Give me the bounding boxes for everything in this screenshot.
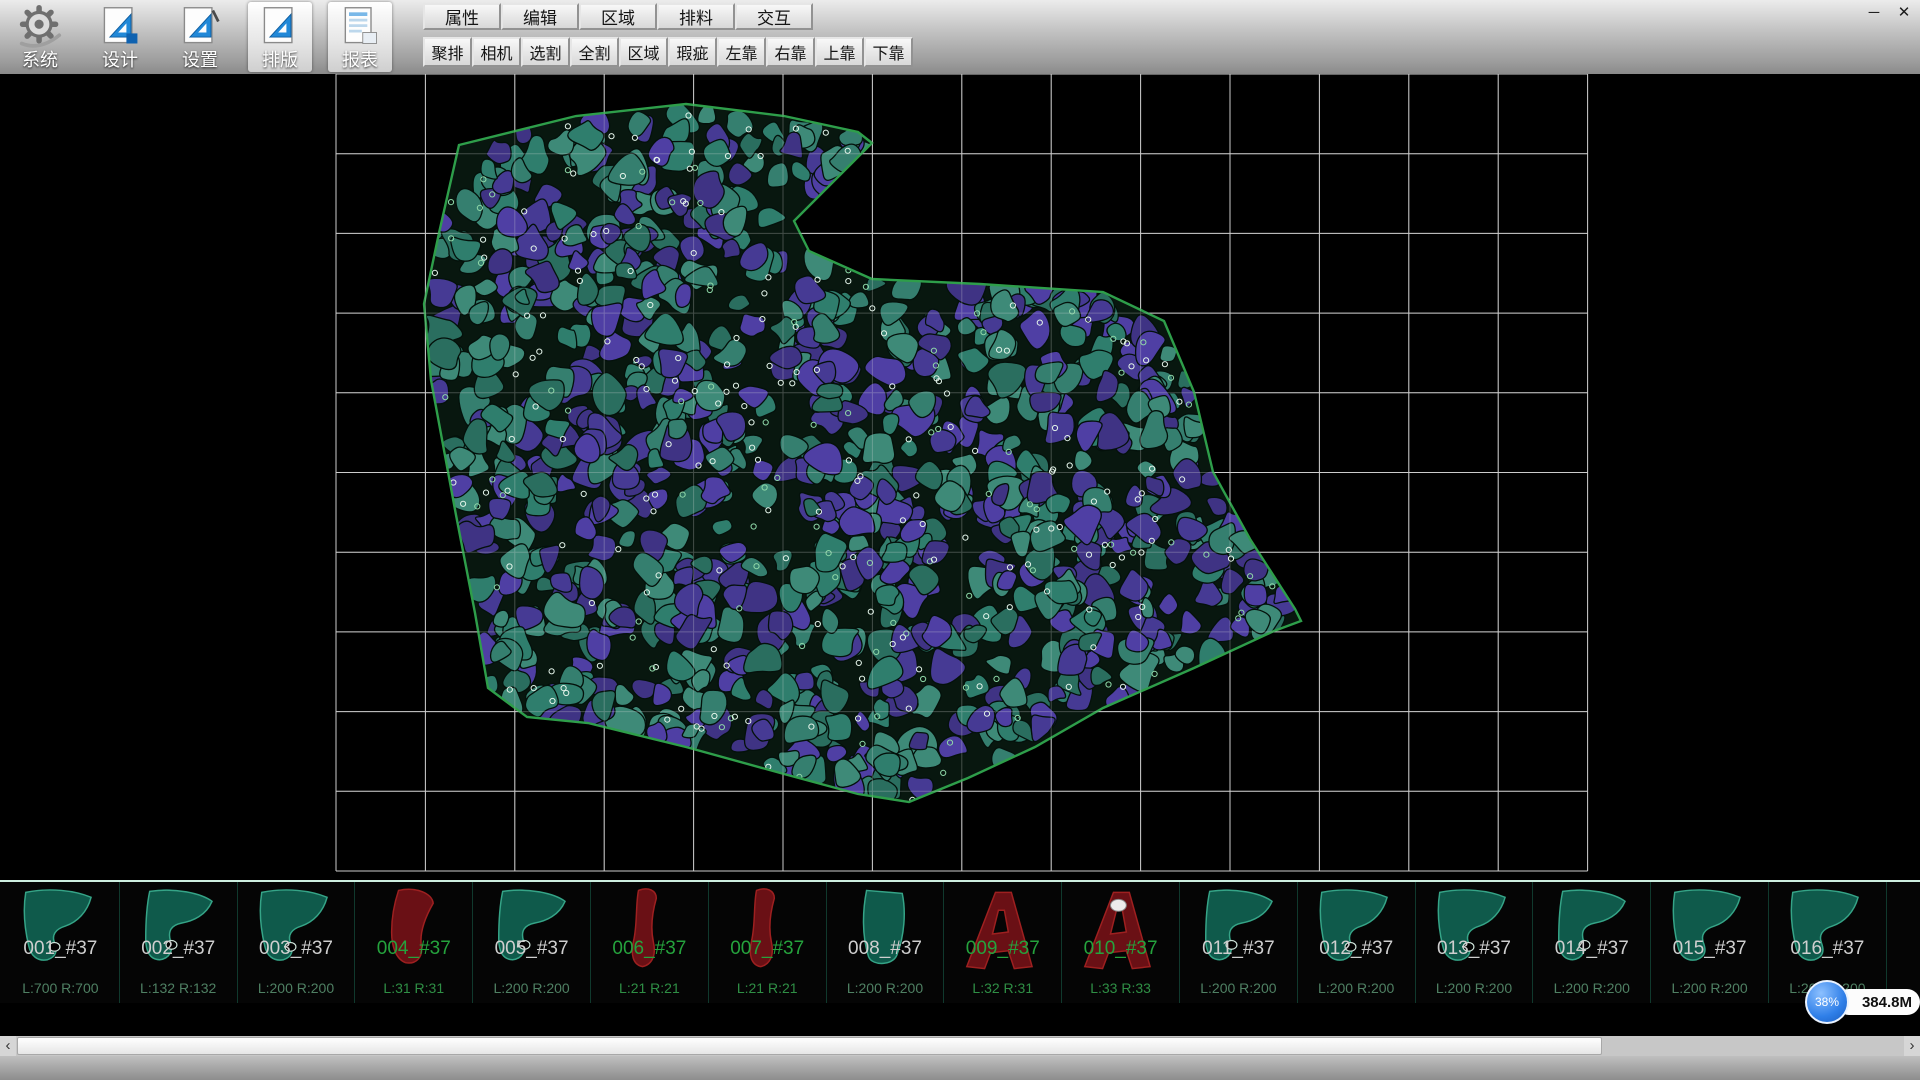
parts-panel: 001_#37L:700 R:700002_#37L:132 R:132003_… — [0, 880, 1920, 1003]
part-item-005-37[interactable]: 005_#37 L:200 R:200 — [473, 882, 591, 1003]
menu-area: 属性编辑区域排料交互 聚排相机选割全割区域瑕疵左靠右靠上靠下靠 — [423, 0, 913, 74]
part-item-009-37[interactable]: 009_#37 L:32 R:31 — [944, 882, 1062, 1003]
part-name: 016_#37 — [1769, 938, 1886, 960]
scroll-left-arrow-icon[interactable]: ‹ — [0, 1036, 16, 1056]
part-lr-count: L:200 R:200 — [473, 980, 590, 996]
menu-tab-0[interactable]: 属性 — [423, 3, 501, 30]
part-lr-count: L:32 R:31 — [944, 980, 1061, 996]
app-label: 系统 — [22, 50, 58, 70]
app-button-gear[interactable]: 系统 — [8, 2, 72, 72]
scroll-right-arrow-icon[interactable]: › — [1904, 1036, 1920, 1056]
menu-tab-2[interactable]: 区域 — [579, 3, 657, 30]
menu-tab-row: 属性编辑区域排料交互 — [423, 3, 913, 30]
part-item-010-37[interactable]: 010_#37 L:33 R:33 — [1062, 882, 1180, 1003]
main-toolbar: 系统设计设置排版报表 属性编辑区域排料交互 聚排相机选割全割区域瑕疵左靠右靠上靠… — [0, 0, 1920, 74]
part-name: 005_#37 — [473, 938, 590, 960]
close-button[interactable]: ✕ — [1894, 4, 1914, 22]
tool-button-1[interactable]: 相机 — [472, 37, 521, 67]
part-item-011-37[interactable]: 011_#37 L:200 R:200 — [1180, 882, 1298, 1003]
part-lr-count: L:33 R:33 — [1062, 980, 1179, 996]
part-item-004-37[interactable]: 004_#37 L:31 R:31 — [355, 882, 473, 1003]
part-lr-count: L:21 R:21 — [709, 980, 826, 996]
part-lr-count: L:200 R:200 — [1533, 980, 1650, 996]
part-lr-count: L:200 R:200 — [1180, 980, 1297, 996]
window-controls: ─ ✕ — [1864, 4, 1914, 22]
app-button-nesting[interactable]: 排版 — [248, 2, 312, 72]
part-item-014-37[interactable]: 014_#37 L:200 R:200 — [1533, 882, 1651, 1003]
report-icon — [338, 4, 382, 50]
part-lr-count: L:200 R:200 — [1416, 980, 1533, 996]
app-label: 排版 — [262, 50, 298, 70]
horizontal-scrollbar[interactable]: ‹ › — [0, 1036, 1920, 1056]
app-label: 设置 — [182, 50, 218, 70]
tool-button-3[interactable]: 全割 — [570, 37, 619, 67]
menu-tab-3[interactable]: 排料 — [657, 3, 735, 30]
design-icon — [98, 4, 142, 50]
menu-tab-1[interactable]: 编辑 — [501, 3, 579, 30]
part-name: 009_#37 — [944, 938, 1061, 960]
part-item-003-37[interactable]: 003_#37 L:200 R:200 — [238, 882, 356, 1003]
tool-button-0[interactable]: 聚排 — [423, 37, 472, 67]
part-name: 015_#37 — [1651, 938, 1768, 960]
app-window: 系统设计设置排版报表 属性编辑区域排料交互 聚排相机选割全割区域瑕疵左靠右靠上靠… — [0, 0, 1920, 1080]
part-name: 007_#37 — [709, 938, 826, 960]
progress-badge: 38% — [1805, 980, 1849, 1024]
tool-button-6[interactable]: 左靠 — [717, 37, 766, 67]
progress-value: 38% — [1815, 995, 1839, 1009]
tool-button-5[interactable]: 瑕疵 — [668, 37, 717, 67]
part-item-001-37[interactable]: 001_#37 L:700 R:700 — [2, 882, 120, 1003]
tool-button-8[interactable]: 上靠 — [815, 37, 864, 67]
part-name: 013_#37 — [1416, 938, 1533, 960]
app-button-settings[interactable]: 设置 — [168, 2, 232, 72]
nesting-canvas[interactable] — [0, 74, 1920, 880]
part-lr-count: L:700 R:700 — [2, 980, 119, 996]
nesting-icon — [258, 4, 302, 50]
tool-button-9[interactable]: 下靠 — [864, 37, 913, 67]
part-name: 006_#37 — [591, 938, 708, 960]
part-item-006-37[interactable]: 006_#37 L:21 R:21 — [591, 882, 709, 1003]
part-item-008-37[interactable]: 008_#37 L:200 R:200 — [827, 882, 945, 1003]
part-item-015-37[interactable]: 015_#37 L:200 R:200 — [1651, 882, 1769, 1003]
app-button-design[interactable]: 设计 — [88, 2, 152, 72]
tool-button-2[interactable]: 选割 — [521, 37, 570, 67]
part-name: 012_#37 — [1298, 938, 1415, 960]
settings-icon — [178, 4, 222, 50]
scrollbar-thumb[interactable] — [17, 1037, 1602, 1055]
app-switcher: 系统 设计 设置 排版 报表 — [0, 0, 392, 74]
app-label: 设计 — [102, 50, 138, 70]
part-lr-count: L:200 R:200 — [1651, 980, 1768, 996]
status-bar — [0, 1056, 1920, 1080]
part-lr-count: L:31 R:31 — [355, 980, 472, 996]
gear-icon — [17, 4, 63, 50]
part-item-002-37[interactable]: 002_#37 L:132 R:132 — [120, 882, 238, 1003]
part-item-013-37[interactable]: 013_#37 L:200 R:200 — [1416, 882, 1534, 1003]
app-label: 报表 — [342, 50, 378, 70]
minimize-button[interactable]: ─ — [1864, 4, 1884, 22]
part-item-012-37[interactable]: 012_#37 L:200 R:200 — [1298, 882, 1416, 1003]
workspace — [0, 74, 1920, 880]
part-name: 004_#37 — [355, 938, 472, 960]
part-lr-count: L:200 R:200 — [238, 980, 355, 996]
tool-button-7[interactable]: 右靠 — [766, 37, 815, 67]
app-button-report[interactable]: 报表 — [328, 2, 392, 72]
part-lr-count: L:200 R:200 — [827, 980, 944, 996]
part-name: 002_#37 — [120, 938, 237, 960]
part-item-007-37[interactable]: 007_#37 L:21 R:21 — [709, 882, 827, 1003]
part-name: 003_#37 — [238, 938, 355, 960]
part-lr-count: L:21 R:21 — [591, 980, 708, 996]
part-name: 008_#37 — [827, 938, 944, 960]
menu-tab-4[interactable]: 交互 — [735, 3, 813, 30]
part-lr-count: L:200 R:200 — [1298, 980, 1415, 996]
part-name: 010_#37 — [1062, 938, 1179, 960]
tool-button-4[interactable]: 区域 — [619, 37, 668, 67]
part-name: 001_#37 — [2, 938, 119, 960]
part-name: 011_#37 — [1180, 938, 1297, 960]
tool-button-row: 聚排相机选割全割区域瑕疵左靠右靠上靠下靠 — [423, 37, 913, 67]
part-name: 014_#37 — [1533, 938, 1650, 960]
part-lr-count: L:132 R:132 — [120, 980, 237, 996]
